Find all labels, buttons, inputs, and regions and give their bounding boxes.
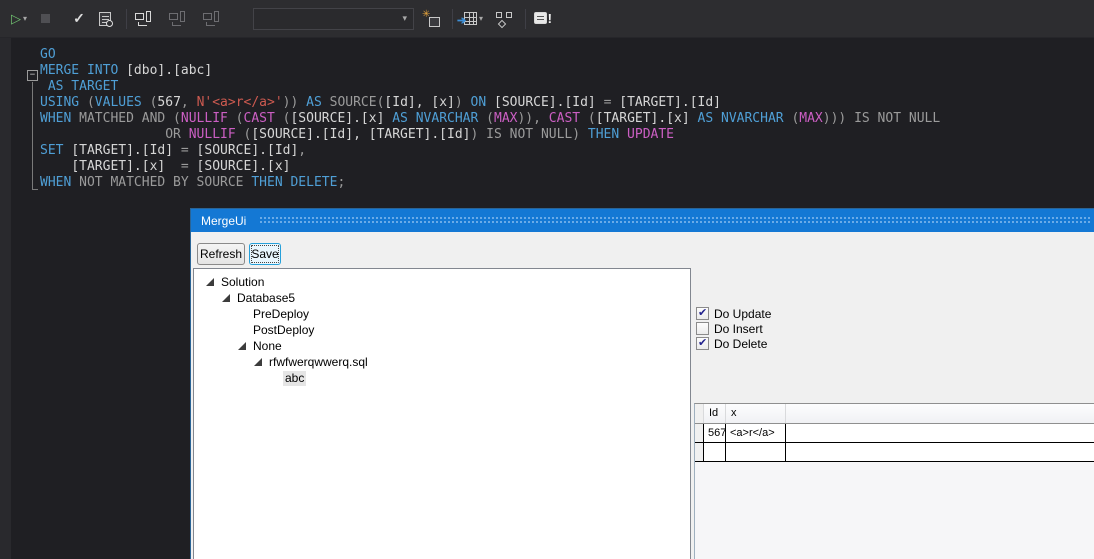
solution-tree-panel[interactable]: SolutionDatabase5PreDeployPostDeployNone…	[193, 268, 691, 559]
data-grid[interactable]: Idx567<a>r</a>	[694, 403, 1094, 559]
stop-icon	[41, 14, 50, 23]
grid-cell[interactable]	[726, 443, 786, 461]
table-import-icon: ➔	[459, 11, 477, 27]
publish-database-button[interactable]	[201, 7, 223, 31]
code-line: USING (VALUES (567, N'<a>r</a>')) AS SOU…	[40, 95, 940, 111]
code-fold-guide	[32, 82, 38, 190]
grid-column-header-x[interactable]: x	[726, 404, 786, 423]
checkbox-checked-icon[interactable]	[696, 307, 709, 320]
checkbox-do-delete[interactable]: Do Delete	[696, 336, 771, 351]
grid-header-filler	[786, 404, 1094, 423]
tree-item-none[interactable]: None	[194, 338, 690, 354]
tree-item-label: PreDeploy	[251, 307, 311, 322]
start-dropdown-icon[interactable]: ▾	[23, 14, 27, 23]
code-line: WHEN NOT MATCHED BY SOURCE THEN DELETE;	[40, 175, 940, 191]
update-database-icon	[135, 11, 153, 27]
tree-item-label: PostDeploy	[251, 323, 316, 338]
options-group: Do UpdateDo InsertDo Delete	[696, 306, 771, 351]
tree-item-abc[interactable]: abc	[194, 370, 690, 386]
tree-item-label: None	[251, 339, 284, 354]
feedback-button[interactable]: !	[532, 7, 554, 31]
tree-expander-icon[interactable]	[206, 278, 214, 286]
grid-header-row: Idx	[695, 404, 1094, 424]
solution-tree: SolutionDatabase5PreDeployPostDeployNone…	[194, 269, 690, 386]
tree-item-solution[interactable]: Solution	[194, 274, 690, 290]
code-line: GO	[40, 47, 940, 63]
grid-corner-cell[interactable]	[695, 404, 704, 423]
generate-script-button[interactable]	[167, 7, 189, 31]
code-line: WHEN MATCHED AND (NULLIF (CAST ([SOURCE]…	[40, 111, 940, 127]
grid-row: 567<a>r</a>	[695, 424, 1094, 443]
tree-item-label: Database5	[235, 291, 297, 306]
tree-item-postdeploy[interactable]: PostDeploy	[194, 322, 690, 338]
titlebar-grip-dots	[259, 216, 1091, 225]
grid-cell[interactable]: <a>r</a>	[726, 424, 786, 442]
mergeui-titlebar[interactable]: MergeUi	[191, 209, 1094, 232]
code-fold-toggle[interactable]: −	[27, 70, 38, 81]
grid-cell-filler	[786, 424, 1094, 442]
mergeui-window: MergeUi Refresh Save SolutionDatabase5Pr…	[190, 208, 1094, 559]
start-button[interactable]: ▷ ▾	[8, 7, 30, 31]
script-review-button[interactable]	[94, 7, 116, 31]
generate-script-icon	[169, 11, 187, 27]
tree-expander-icon[interactable]	[238, 342, 246, 350]
toolbar-separator	[525, 9, 526, 29]
grid-row	[695, 443, 1094, 462]
tree-expander-icon[interactable]	[222, 294, 230, 302]
grid-column-header-id[interactable]: Id	[704, 404, 726, 423]
grid-cell[interactable]: 567	[704, 424, 726, 442]
code-editor[interactable]: GOMERGE INTO [dbo].[abc] AS TARGETUSING …	[40, 47, 940, 191]
checkbox-do-insert[interactable]: Do Insert	[696, 321, 771, 336]
tree-item-label: abc	[283, 371, 306, 386]
table-import-button[interactable]: ➔ ▾	[459, 7, 483, 31]
window-title: MergeUi	[201, 214, 246, 228]
publish-database-icon	[203, 11, 221, 27]
mergeui-body: Refresh Save SolutionDatabase5PreDeployP…	[191, 232, 1094, 559]
code-line: MERGE INTO [dbo].[abc]	[40, 63, 940, 79]
toolbar-separator	[452, 9, 453, 29]
grid-cell[interactable]	[704, 443, 726, 461]
tree-item-label: Solution	[219, 275, 266, 290]
checkbox-unchecked-icon[interactable]	[696, 322, 709, 335]
stop-button[interactable]	[34, 7, 56, 31]
checkbox-do-update[interactable]: Do Update	[696, 306, 771, 321]
validate-button[interactable]: ✓	[68, 7, 90, 31]
refresh-button[interactable]: Refresh	[197, 243, 245, 265]
tree-expander-icon[interactable]	[254, 358, 262, 366]
table-import-dropdown-icon[interactable]: ▾	[479, 14, 483, 23]
new-window-icon: ✳	[422, 11, 440, 27]
new-window-button[interactable]: ✳	[420, 7, 442, 31]
save-button[interactable]: Save	[249, 243, 281, 265]
schema-compare-button[interactable]	[493, 7, 515, 31]
code-line: SET [TARGET].[Id] = [SOURCE].[Id],	[40, 143, 940, 159]
update-database-button[interactable]	[133, 7, 155, 31]
code-line: OR NULLIF ([SOURCE].[Id], [TARGET].[Id])…	[40, 127, 940, 143]
editor-margin	[0, 38, 11, 559]
grid-row-header[interactable]	[695, 443, 704, 461]
toolbar: ▷ ▾ ✓ ▾ ✳ ➔ ▾	[0, 0, 1094, 38]
script-review-icon	[99, 12, 111, 26]
tree-item-predeploy[interactable]: PreDeploy	[194, 306, 690, 322]
checkbox-label: Do Update	[714, 307, 771, 321]
checkbox-label: Do Insert	[714, 322, 763, 336]
code-line: AS TARGET	[40, 79, 940, 95]
start-icon: ▷	[11, 12, 21, 25]
grid-cell-filler	[786, 443, 1094, 461]
toolbar-combobox[interactable]: ▾	[253, 8, 414, 30]
check-icon: ✓	[73, 10, 85, 27]
tree-item-database5[interactable]: Database5	[194, 290, 690, 306]
feedback-icon: !	[534, 11, 552, 26]
tree-item-label: rfwfwerqwwerq.sql	[267, 355, 370, 370]
checkbox-checked-icon[interactable]	[696, 337, 709, 350]
checkbox-label: Do Delete	[714, 337, 767, 351]
code-line: [TARGET].[x] = [SOURCE].[x]	[40, 159, 940, 175]
grid-row-header[interactable]	[695, 424, 704, 442]
chevron-down-icon[interactable]: ▾	[402, 13, 407, 24]
tree-item-rfwfwerqwwerq-sql[interactable]: rfwfwerqwwerq.sql	[194, 354, 690, 370]
toolbar-separator	[126, 9, 127, 29]
schema-compare-icon	[495, 11, 513, 27]
application-window: ▷ ▾ ✓ ▾ ✳ ➔ ▾	[0, 0, 1094, 559]
